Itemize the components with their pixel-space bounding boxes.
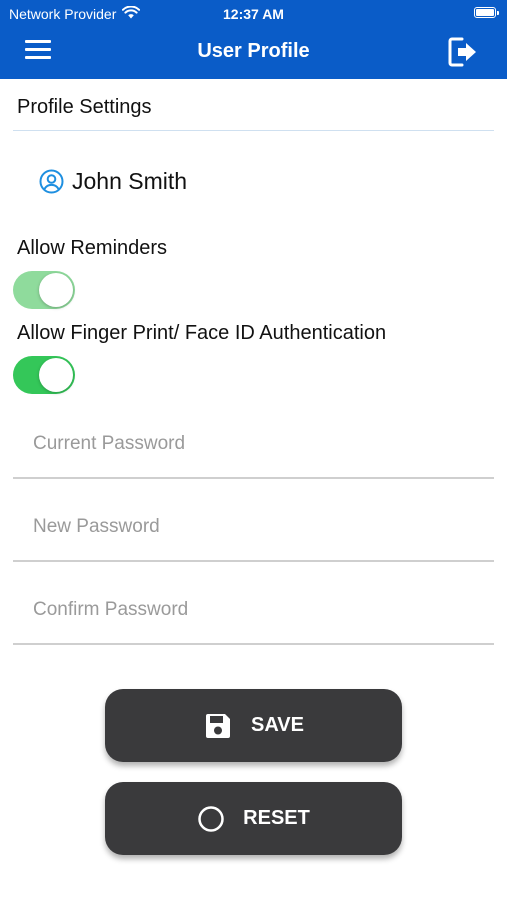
current-password-input[interactable]: [33, 429, 473, 459]
save-button[interactable]: SAVE: [105, 689, 402, 762]
new-password-field: [13, 500, 494, 562]
save-label: SAVE: [251, 714, 304, 736]
reset-label: RESET: [243, 807, 310, 829]
logout-button[interactable]: [445, 35, 479, 69]
confirm-password-field: [13, 583, 494, 645]
confirm-password-input[interactable]: [33, 595, 473, 625]
biometric-toggle[interactable]: [13, 356, 75, 394]
new-password-input[interactable]: [33, 512, 473, 542]
status-bar: Network Provider 12:37 AM: [0, 0, 507, 28]
floppy-disk-icon: [203, 711, 233, 741]
app-header: Network Provider 12:37 AM User Profile: [0, 0, 507, 79]
reminders-toggle[interactable]: [13, 271, 75, 309]
toggle-knob: [39, 273, 73, 307]
circle-icon: [197, 805, 225, 833]
page-title: User Profile: [197, 40, 310, 62]
status-time: 12:37 AM: [223, 6, 284, 22]
current-password-field: [13, 417, 494, 479]
logout-icon: [448, 37, 476, 67]
user-row: John Smith: [39, 168, 187, 195]
biometric-label: Allow Finger Print/ Face ID Authenticati…: [17, 322, 387, 344]
toggle-knob: [39, 358, 73, 392]
battery-icon: [474, 7, 499, 18]
user-circle-icon: [39, 169, 64, 194]
nav-bar: User Profile: [0, 28, 507, 79]
user-name: John Smith: [72, 168, 188, 194]
section-divider: [13, 130, 494, 131]
reminders-label: Allow Reminders: [17, 237, 168, 259]
reset-button[interactable]: RESET: [105, 782, 402, 855]
profile-settings-heading: Profile Settings: [17, 96, 152, 118]
